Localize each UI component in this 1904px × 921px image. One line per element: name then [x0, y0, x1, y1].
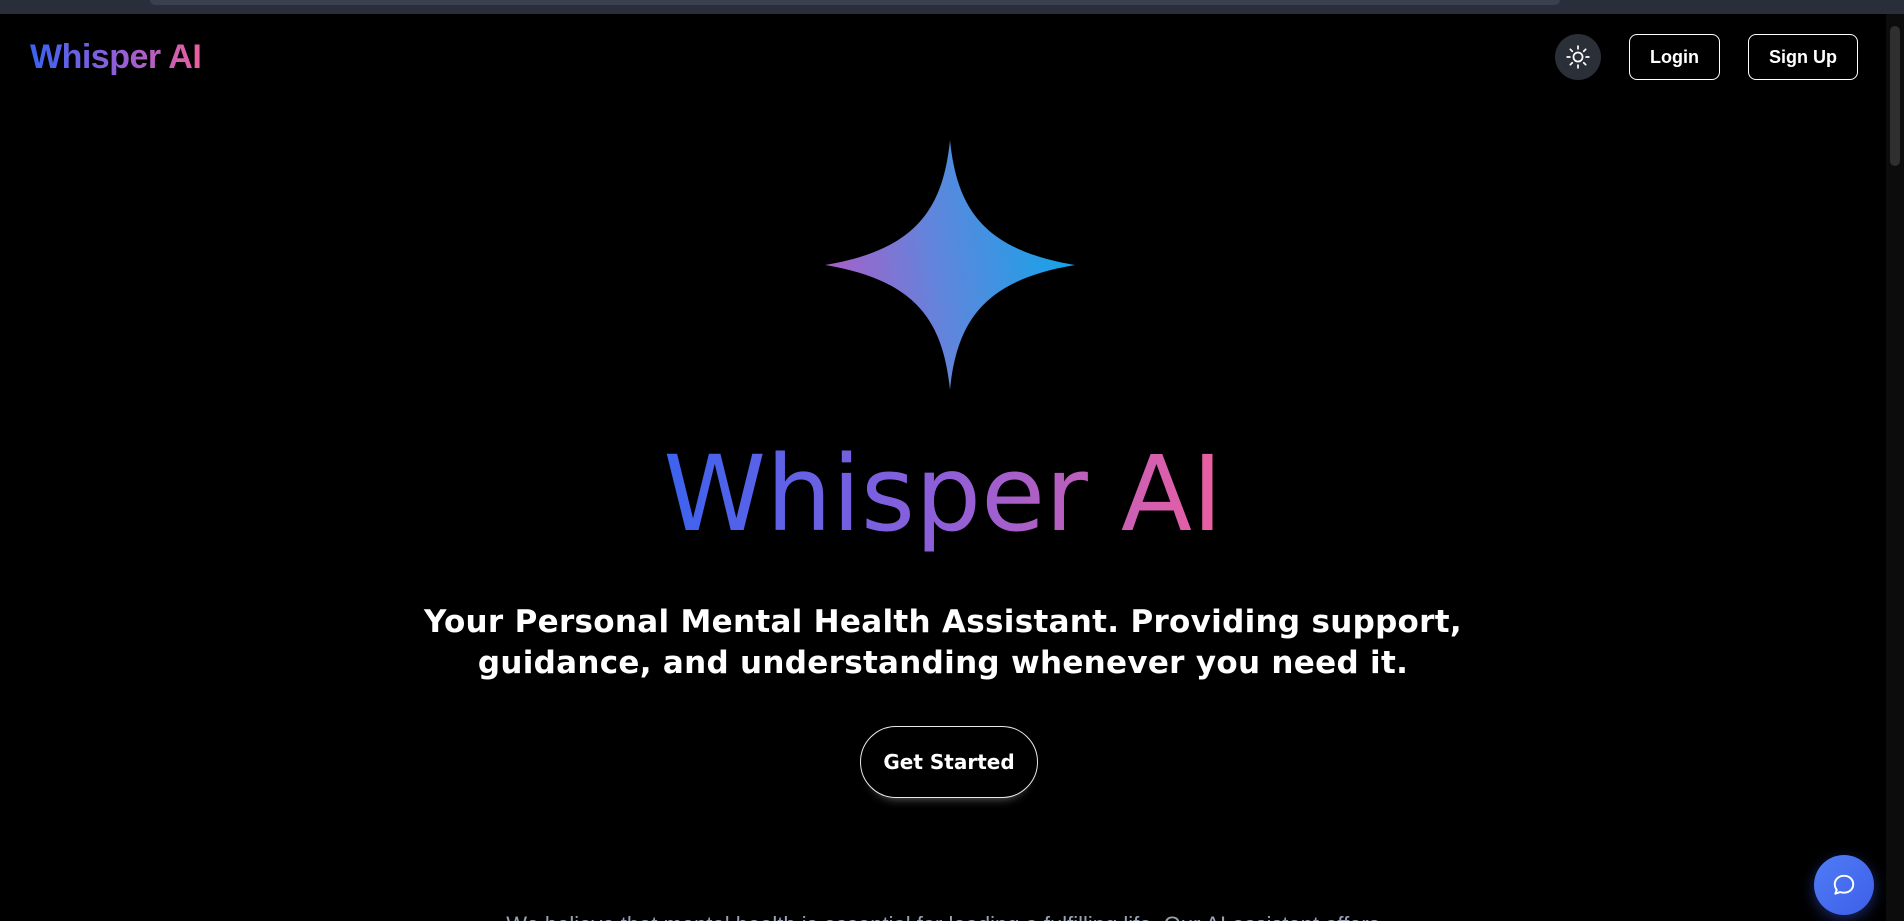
browser-top-strip [0, 0, 1904, 14]
address-bar-edge [150, 0, 1560, 5]
hero-title-text: Whisper AI [663, 424, 1222, 564]
sparkle-icon [825, 140, 1075, 390]
header-actions: Login Sign Up [1555, 34, 1858, 80]
brand-logo[interactable]: Whisper AI [30, 34, 202, 80]
signup-button[interactable]: Sign Up [1748, 34, 1858, 80]
about-text: We believe that mental health is essenti… [343, 910, 1543, 921]
sun-icon [1566, 45, 1590, 69]
hero-tagline: Your Personal Mental Health Assistant. P… [424, 604, 1462, 681]
page-scrollbar[interactable] [1886, 14, 1904, 921]
theme-toggle-button[interactable] [1555, 34, 1602, 80]
landing-page: Whisper AI Login Sign Up Whisper AI Your… [0, 14, 1886, 921]
browser-frame: Whisper AI Login Sign Up Whisper AI Your… [0, 0, 1904, 921]
chat-widget-button[interactable] [1814, 855, 1874, 915]
hero-title: Whisper AI [0, 424, 1886, 564]
chat-bubble-icon [1833, 874, 1855, 895]
login-button[interactable]: Login [1629, 34, 1720, 80]
get-started-button[interactable]: Get Started [860, 726, 1038, 798]
scrollbar-thumb[interactable] [1890, 26, 1900, 166]
